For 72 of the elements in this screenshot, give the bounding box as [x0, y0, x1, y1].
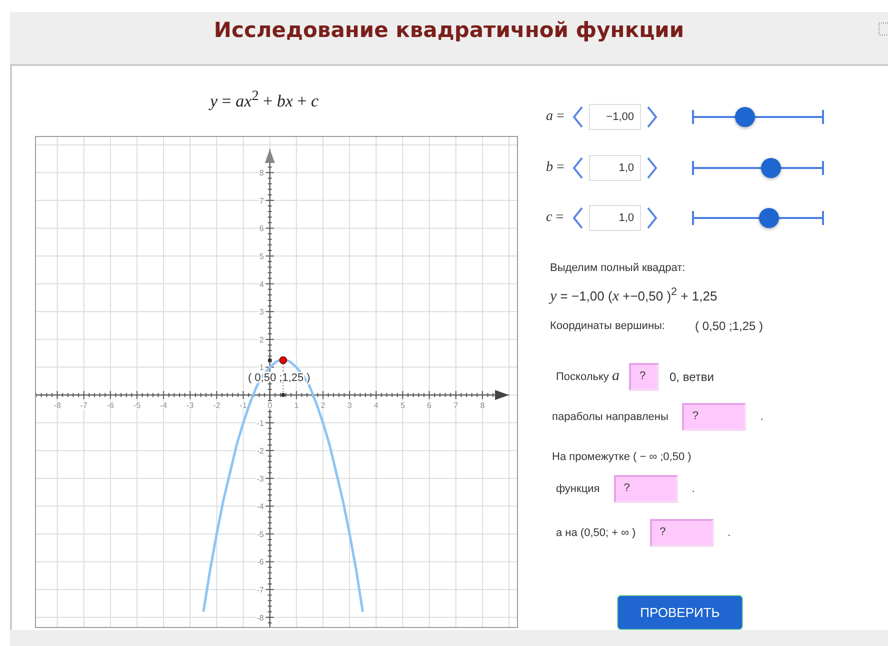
tick-label: -8	[256, 612, 264, 622]
tick-label: -1	[240, 400, 247, 410]
fullscreen-icon[interactable]	[878, 22, 888, 36]
slider-thumb[interactable]	[761, 158, 782, 178]
value-field[interactable]: −1,00	[589, 104, 641, 130]
tick-label: -5	[256, 530, 264, 539]
answer-field[interactable]: ?	[614, 474, 678, 503]
tick-label: 4	[259, 279, 264, 288]
check-button[interactable]: ПРОВЕРИТЬ	[617, 594, 743, 630]
vertex-caption: Координаты вершины:	[550, 320, 665, 332]
tick-label: -4	[160, 400, 168, 410]
slider-thumb[interactable]	[758, 208, 779, 228]
section-heading: Выделим полный квадрат:	[550, 262, 686, 274]
parameter-label: b =	[546, 160, 566, 176]
tick-label: 5	[259, 252, 264, 261]
tick-label: -2	[256, 446, 264, 456]
page-title: Исследование квадратичной функции	[214, 18, 684, 42]
function-formula: y = ax$^{2}$ + bx + c	[210, 88, 319, 112]
tick-label: -6	[256, 557, 264, 566]
chevron-left-icon[interactable]	[572, 156, 584, 179]
tick-label: -7	[80, 400, 88, 410]
tick-label: 1	[259, 362, 264, 372]
tick-label: 6	[259, 224, 264, 233]
sentence-text: .	[728, 526, 731, 539]
chevron-left-icon[interactable]	[572, 207, 584, 230]
chevron-right-icon[interactable]	[646, 156, 658, 179]
sentence-text: параболы направлены	[552, 410, 668, 423]
value-field[interactable]: 1,0	[589, 205, 641, 232]
sentence-text: функция	[556, 482, 600, 495]
tick-label: 0	[268, 400, 272, 410]
sentence-text: Поскольку a	[556, 368, 620, 386]
sentence-text: .	[760, 410, 764, 423]
parameter-label: c =	[546, 210, 565, 226]
tick-label: -1	[256, 418, 264, 428]
tick-label: 3	[347, 400, 352, 410]
tick-label: 3	[259, 307, 264, 316]
tick-label: 7	[259, 196, 264, 206]
sentence-text: .	[692, 482, 695, 495]
tick-label: -3	[256, 474, 264, 484]
axis-point	[281, 392, 286, 397]
tick-label: -5	[133, 400, 141, 410]
slider-thumb[interactable]	[734, 107, 755, 128]
value-field[interactable]: 1,0	[589, 154, 641, 181]
answer-field[interactable]: ?	[629, 362, 660, 391]
tick-label: -8	[54, 400, 61, 410]
tick-label: -7	[256, 585, 264, 594]
tick-label: 4	[374, 400, 378, 410]
tick-label: 6	[427, 400, 432, 410]
sentence-text: 0, ветви	[669, 370, 714, 384]
axis-point	[268, 358, 272, 362]
chevron-right-icon[interactable]	[646, 207, 658, 230]
tick-label: 8	[480, 400, 485, 410]
tick-label: 5	[400, 400, 405, 410]
answer-field[interactable]: ?	[682, 402, 746, 431]
parameter-label: a =	[546, 109, 566, 126]
tick-label: 8	[259, 168, 264, 178]
tick-label: -2	[213, 400, 220, 410]
chevron-right-icon[interactable]	[646, 106, 658, 128]
tick-label: 1	[294, 400, 299, 410]
square-equation: y = −1,00 (x +−0,50 )$^{2}$ + 1,25	[550, 286, 718, 305]
tick-label: 2	[259, 335, 264, 344]
chevron-left-icon[interactable]	[572, 106, 584, 128]
tick-label: -4	[256, 502, 264, 511]
vertex-point	[279, 356, 288, 364]
interval-text: На промежутке ( − ∞ ;0,50 )	[552, 450, 692, 463]
tick-label: 7	[454, 400, 458, 410]
tick-label: -6	[106, 400, 114, 410]
tick-label: 2	[320, 400, 326, 410]
sentence-text: а на (0,50; + ∞ )	[556, 526, 636, 539]
answer-field[interactable]: ?	[650, 518, 714, 547]
vertex-value: ( 0,50 ;1,25 )	[694, 318, 764, 333]
tick-label: -3	[186, 400, 194, 410]
